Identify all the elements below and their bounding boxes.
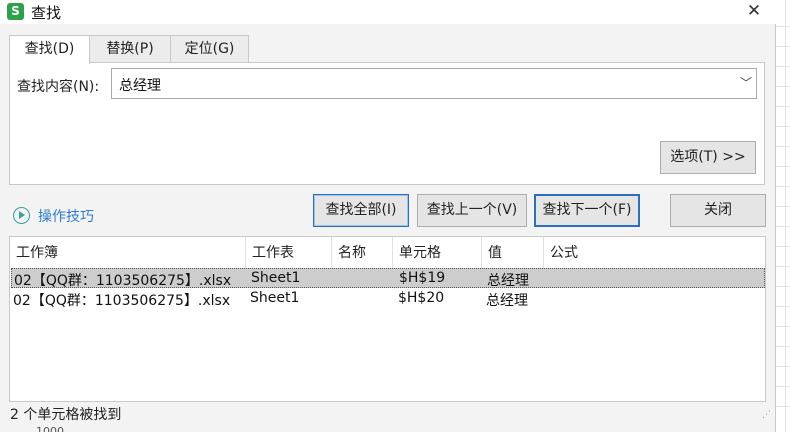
find-what-value[interactable]: 总经理 [119, 75, 161, 95]
tips-link[interactable]: 操作技巧 [38, 206, 94, 226]
status-text: 2 个单元格被找到 [10, 407, 122, 423]
grid-line [776, 366, 790, 367]
resize-grip-icon[interactable]: ⋰ [762, 411, 774, 424]
find-what-label: 查找内容(N): [17, 79, 100, 95]
grid-line [776, 186, 790, 187]
dialog-title: 查找 [31, 4, 62, 22]
tab-replace[interactable]: 替换(P) [89, 35, 171, 63]
table-row[interactable]: 02【QQ群：1103506275】.xlsx Sheet1 $H$20 总经理 [11, 289, 765, 309]
find-all-button[interactable]: 查找全部(I) [313, 194, 409, 227]
find-previous-button[interactable]: 查找上一个(V) [417, 194, 527, 227]
column-header-formula[interactable]: 公式 [544, 237, 765, 268]
play-circle-icon[interactable] [13, 207, 30, 224]
grid-line [776, 326, 790, 327]
find-next-button[interactable]: 查找下一个(F) [534, 194, 640, 227]
grid-line [776, 286, 790, 287]
grid-line [776, 86, 790, 87]
cell-value: 总经理 [486, 293, 528, 309]
column-header-workbook[interactable]: 工作簿 [10, 237, 246, 268]
find-what-combobox[interactable]: 总经理 ﹀ [111, 68, 757, 99]
options-button[interactable]: 选项(T) >> [660, 141, 756, 174]
table-row[interactable]: 02【QQ群：1103506275】.xlsx Sheet1 $H$19 总经理 [11, 268, 765, 289]
cell-sheet: Sheet1 [251, 270, 301, 286]
cell-workbook: 02【QQ群：1103506275】.xlsx [13, 293, 231, 309]
grid-line [776, 46, 790, 47]
cell-workbook: 02【QQ群：1103506275】.xlsx [14, 273, 232, 289]
tab-goto[interactable]: 定位(G) [170, 35, 249, 63]
tab-find[interactable]: 查找(D) [9, 35, 90, 64]
grid-line [776, 226, 790, 227]
column-header-value[interactable]: 值 [482, 237, 544, 268]
grid-line [776, 266, 790, 267]
grid-line [776, 26, 790, 27]
cell-address: $H$19 [399, 270, 446, 286]
find-dialog: S 查找 ✕ 查找(D) 替换(P) 定位(G) 查找内容(N): 总经理 ﹀ … [0, 0, 776, 432]
grid-line [776, 66, 790, 67]
grid-line [776, 126, 790, 127]
grid-line [776, 106, 790, 107]
grid-line [776, 386, 790, 387]
title-bar[interactable]: S 查找 ✕ [0, 0, 776, 24]
wps-app-icon: S [7, 3, 24, 20]
grid-line [785, 0, 786, 432]
grid-line [776, 346, 790, 347]
column-header-name[interactable]: 名称 [332, 237, 393, 268]
cell-value: 总经理 [487, 273, 529, 289]
grid-line [776, 166, 790, 167]
background-cell-text: 1000 [36, 425, 64, 432]
cell-address: $H$20 [398, 290, 445, 306]
column-header-cell[interactable]: 单元格 [393, 237, 482, 268]
close-icon[interactable]: ✕ [745, 0, 763, 22]
column-header-sheet[interactable]: 工作表 [246, 237, 332, 268]
grid-line [776, 246, 790, 247]
grid-line [776, 306, 790, 307]
results-list[interactable]: 工作簿 工作表 名称 单元格 值 公式 02【QQ群：1103506275】.x… [9, 236, 766, 402]
grid-line [776, 146, 790, 147]
grid-line [776, 406, 790, 407]
close-button[interactable]: 关闭 [670, 194, 766, 227]
grid-line [776, 206, 790, 207]
cell-sheet: Sheet1 [250, 290, 300, 306]
chevron-down-icon[interactable]: ﹀ [740, 74, 752, 91]
